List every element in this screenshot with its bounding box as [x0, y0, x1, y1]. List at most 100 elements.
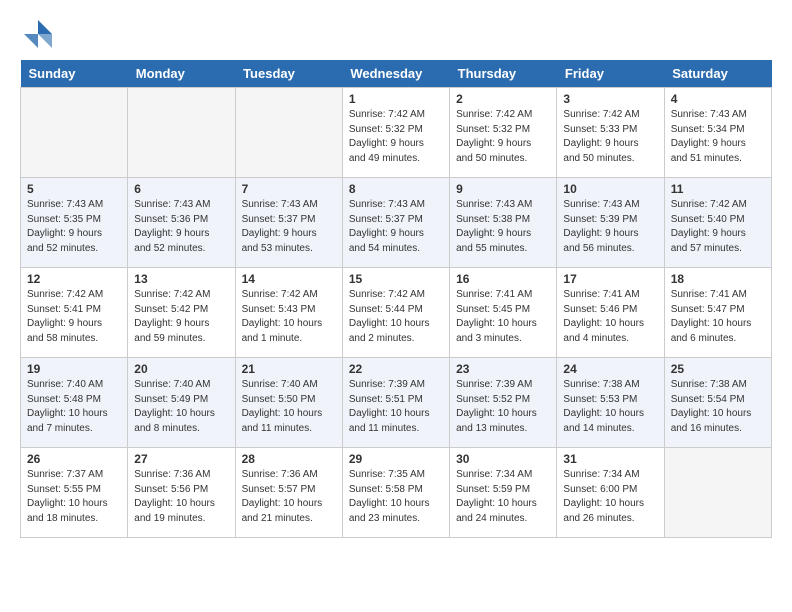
- weekday-header-row: SundayMondayTuesdayWednesdayThursdayFrid…: [21, 60, 772, 88]
- calendar-cell: 7 Sunrise: 7:43 AM Sunset: 5:37 PM Daylig…: [235, 178, 342, 268]
- day-number: 25: [671, 362, 765, 376]
- day-info: Sunrise: 7:35 AM Sunset: 5:58 PM Dayligh…: [349, 468, 443, 526]
- calendar-cell: 19 Sunrise: 7:40 AM Sunset: 5:48 PM Dayli…: [21, 358, 128, 448]
- day-info: Sunrise: 7:41 AM Sunset: 5:46 PM Dayligh…: [563, 288, 657, 346]
- day-info: Sunrise: 7:40 AM Sunset: 5:49 PM Dayligh…: [134, 378, 228, 436]
- day-info: Sunrise: 7:43 AM Sunset: 5:34 PM Dayligh…: [671, 108, 765, 166]
- day-info: Sunrise: 7:42 AM Sunset: 5:41 PM Dayligh…: [27, 288, 121, 346]
- logo: [20, 16, 60, 52]
- day-number: 26: [27, 452, 121, 466]
- day-info: Sunrise: 7:42 AM Sunset: 5:32 PM Dayligh…: [349, 108, 443, 166]
- calendar-cell: 1 Sunrise: 7:42 AM Sunset: 5:32 PM Daylig…: [342, 88, 449, 178]
- calendar-cell: 15 Sunrise: 7:42 AM Sunset: 5:44 PM Dayli…: [342, 268, 449, 358]
- calendar-cell: 24 Sunrise: 7:38 AM Sunset: 5:53 PM Dayli…: [557, 358, 664, 448]
- calendar-cell: 12 Sunrise: 7:42 AM Sunset: 5:41 PM Dayli…: [21, 268, 128, 358]
- calendar-cell: [235, 88, 342, 178]
- day-number: 19: [27, 362, 121, 376]
- calendar-cell: 4 Sunrise: 7:43 AM Sunset: 5:34 PM Daylig…: [664, 88, 771, 178]
- week-row-1: 1 Sunrise: 7:42 AM Sunset: 5:32 PM Daylig…: [21, 88, 772, 178]
- day-info: Sunrise: 7:42 AM Sunset: 5:33 PM Dayligh…: [563, 108, 657, 166]
- day-info: Sunrise: 7:42 AM Sunset: 5:44 PM Dayligh…: [349, 288, 443, 346]
- weekday-header-tuesday: Tuesday: [235, 60, 342, 88]
- week-row-2: 5 Sunrise: 7:43 AM Sunset: 5:35 PM Daylig…: [21, 178, 772, 268]
- day-info: Sunrise: 7:34 AM Sunset: 5:59 PM Dayligh…: [456, 468, 550, 526]
- calendar-cell: 20 Sunrise: 7:40 AM Sunset: 5:49 PM Dayli…: [128, 358, 235, 448]
- calendar-cell: 18Sunrise: 7:41 AM Sunset: 5:47 PM Dayli…: [664, 268, 771, 358]
- calendar-cell: 16Sunrise: 7:41 AM Sunset: 5:45 PM Dayli…: [450, 268, 557, 358]
- weekday-header-thursday: Thursday: [450, 60, 557, 88]
- page: SundayMondayTuesdayWednesdayThursdayFrid…: [0, 0, 792, 548]
- week-row-3: 12 Sunrise: 7:42 AM Sunset: 5:41 PM Dayli…: [21, 268, 772, 358]
- calendar-cell: 22Sunrise: 7:39 AM Sunset: 5:51 PM Dayli…: [342, 358, 449, 448]
- weekday-header-sunday: Sunday: [21, 60, 128, 88]
- day-info: Sunrise: 7:43 AM Sunset: 5:35 PM Dayligh…: [27, 198, 121, 256]
- day-info: Sunrise: 7:42 AM Sunset: 5:40 PM Dayligh…: [671, 198, 765, 256]
- calendar-cell: 30 Sunrise: 7:34 AM Sunset: 5:59 PM Dayli…: [450, 448, 557, 538]
- day-info: Sunrise: 7:40 AM Sunset: 5:50 PM Dayligh…: [242, 378, 336, 436]
- day-number: 17: [563, 272, 657, 286]
- calendar-cell: 28 Sunrise: 7:36 AM Sunset: 5:57 PM Dayli…: [235, 448, 342, 538]
- calendar-cell: [128, 88, 235, 178]
- day-number: 15: [349, 272, 443, 286]
- day-number: 24: [563, 362, 657, 376]
- day-number: 6: [134, 182, 228, 196]
- weekday-header-monday: Monday: [128, 60, 235, 88]
- day-info: Sunrise: 7:42 AM Sunset: 5:43 PM Dayligh…: [242, 288, 336, 346]
- calendar-cell: 8 Sunrise: 7:43 AM Sunset: 5:37 PM Daylig…: [342, 178, 449, 268]
- day-number: 4: [671, 92, 765, 106]
- calendar-cell: 10Sunrise: 7:43 AM Sunset: 5:39 PM Dayli…: [557, 178, 664, 268]
- day-number: 8: [349, 182, 443, 196]
- weekday-header-friday: Friday: [557, 60, 664, 88]
- day-info: Sunrise: 7:38 AM Sunset: 5:54 PM Dayligh…: [671, 378, 765, 436]
- calendar-cell: 14 Sunrise: 7:42 AM Sunset: 5:43 PM Dayli…: [235, 268, 342, 358]
- day-number: 22: [349, 362, 443, 376]
- calendar-cell: 21 Sunrise: 7:40 AM Sunset: 5:50 PM Dayli…: [235, 358, 342, 448]
- calendar-cell: 17 Sunrise: 7:41 AM Sunset: 5:46 PM Dayli…: [557, 268, 664, 358]
- calendar-table: SundayMondayTuesdayWednesdayThursdayFrid…: [20, 60, 772, 538]
- day-number: 29: [349, 452, 443, 466]
- day-number: 5: [27, 182, 121, 196]
- calendar-cell: [21, 88, 128, 178]
- day-number: 31: [563, 452, 657, 466]
- day-info: Sunrise: 7:34 AM Sunset: 6:00 PM Dayligh…: [563, 468, 657, 526]
- day-number: 28: [242, 452, 336, 466]
- calendar-cell: 2Sunrise: 7:42 AM Sunset: 5:32 PM Daylig…: [450, 88, 557, 178]
- day-number: 1: [349, 92, 443, 106]
- calendar-cell: 29 Sunrise: 7:35 AM Sunset: 5:58 PM Dayli…: [342, 448, 449, 538]
- day-number: 30: [456, 452, 550, 466]
- day-info: Sunrise: 7:38 AM Sunset: 5:53 PM Dayligh…: [563, 378, 657, 436]
- day-info: Sunrise: 7:39 AM Sunset: 5:52 PM Dayligh…: [456, 378, 550, 436]
- calendar-cell: 6Sunrise: 7:43 AM Sunset: 5:36 PM Daylig…: [128, 178, 235, 268]
- day-number: 14: [242, 272, 336, 286]
- weekday-header-wednesday: Wednesday: [342, 60, 449, 88]
- calendar-cell: 25 Sunrise: 7:38 AM Sunset: 5:54 PM Dayli…: [664, 358, 771, 448]
- logo-icon: [20, 16, 56, 52]
- day-info: Sunrise: 7:36 AM Sunset: 5:56 PM Dayligh…: [134, 468, 228, 526]
- day-info: Sunrise: 7:42 AM Sunset: 5:32 PM Dayligh…: [456, 108, 550, 166]
- week-row-4: 19 Sunrise: 7:40 AM Sunset: 5:48 PM Dayli…: [21, 358, 772, 448]
- day-number: 9: [456, 182, 550, 196]
- day-info: Sunrise: 7:40 AM Sunset: 5:48 PM Dayligh…: [27, 378, 121, 436]
- day-number: 20: [134, 362, 228, 376]
- day-number: 21: [242, 362, 336, 376]
- day-number: 18: [671, 272, 765, 286]
- day-info: Sunrise: 7:36 AM Sunset: 5:57 PM Dayligh…: [242, 468, 336, 526]
- day-number: 3: [563, 92, 657, 106]
- calendar-cell: 23 Sunrise: 7:39 AM Sunset: 5:52 PM Dayli…: [450, 358, 557, 448]
- day-info: Sunrise: 7:37 AM Sunset: 5:55 PM Dayligh…: [27, 468, 121, 526]
- day-info: Sunrise: 7:43 AM Sunset: 5:37 PM Dayligh…: [242, 198, 336, 256]
- calendar-cell: 11Sunrise: 7:42 AM Sunset: 5:40 PM Dayli…: [664, 178, 771, 268]
- day-number: 7: [242, 182, 336, 196]
- day-number: 23: [456, 362, 550, 376]
- calendar-cell: 9 Sunrise: 7:43 AM Sunset: 5:38 PM Daylig…: [450, 178, 557, 268]
- weekday-header-saturday: Saturday: [664, 60, 771, 88]
- week-row-5: 26 Sunrise: 7:37 AM Sunset: 5:55 PM Dayli…: [21, 448, 772, 538]
- day-info: Sunrise: 7:43 AM Sunset: 5:37 PM Dayligh…: [349, 198, 443, 256]
- calendar-cell: 26 Sunrise: 7:37 AM Sunset: 5:55 PM Dayli…: [21, 448, 128, 538]
- calendar-cell: 31 Sunrise: 7:34 AM Sunset: 6:00 PM Dayli…: [557, 448, 664, 538]
- day-number: 27: [134, 452, 228, 466]
- day-info: Sunrise: 7:43 AM Sunset: 5:39 PM Dayligh…: [563, 198, 657, 256]
- day-info: Sunrise: 7:42 AM Sunset: 5:42 PM Dayligh…: [134, 288, 228, 346]
- day-info: Sunrise: 7:43 AM Sunset: 5:38 PM Dayligh…: [456, 198, 550, 256]
- day-number: 12: [27, 272, 121, 286]
